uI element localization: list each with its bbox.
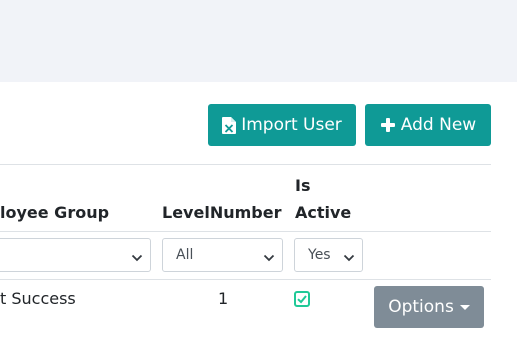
header-employee-group[interactable]: loyee Group [0,199,109,226]
is-active-filter-value: Yes [308,247,331,263]
chevron-down-icon [343,250,355,266]
add-new-label: Add New [400,115,477,135]
employee-group-filter-select[interactable] [0,238,151,272]
cell-employee-group: t Success [0,289,76,308]
caret-down-icon [459,305,470,310]
import-user-button[interactable]: Import User [208,104,356,146]
header-bottom-border [0,231,491,232]
filter-row-bottom-border [0,279,491,280]
header-is-active-line1[interactable]: Is [295,172,310,199]
checkbox-checked-icon [294,291,310,311]
level-number-filter-select[interactable]: All [162,238,283,272]
is-active-filter-select[interactable]: Yes [294,238,363,272]
header-level-number[interactable]: LevelNumber [162,199,281,226]
header-is-active-line2[interactable]: Active [295,199,351,226]
plus-icon [380,117,396,133]
options-dropdown-button[interactable]: Options [374,286,484,328]
cell-level-number: 1 [218,289,229,308]
add-new-button[interactable]: Add New [365,104,491,146]
chevron-down-icon [263,250,275,266]
table-top-border [0,164,491,165]
level-number-filter-value: All [176,247,194,263]
chevron-down-icon [131,250,143,266]
import-user-label: Import User [241,115,342,135]
page-header-band [0,0,517,82]
options-label: Options [388,297,454,317]
excel-file-icon [222,116,237,134]
